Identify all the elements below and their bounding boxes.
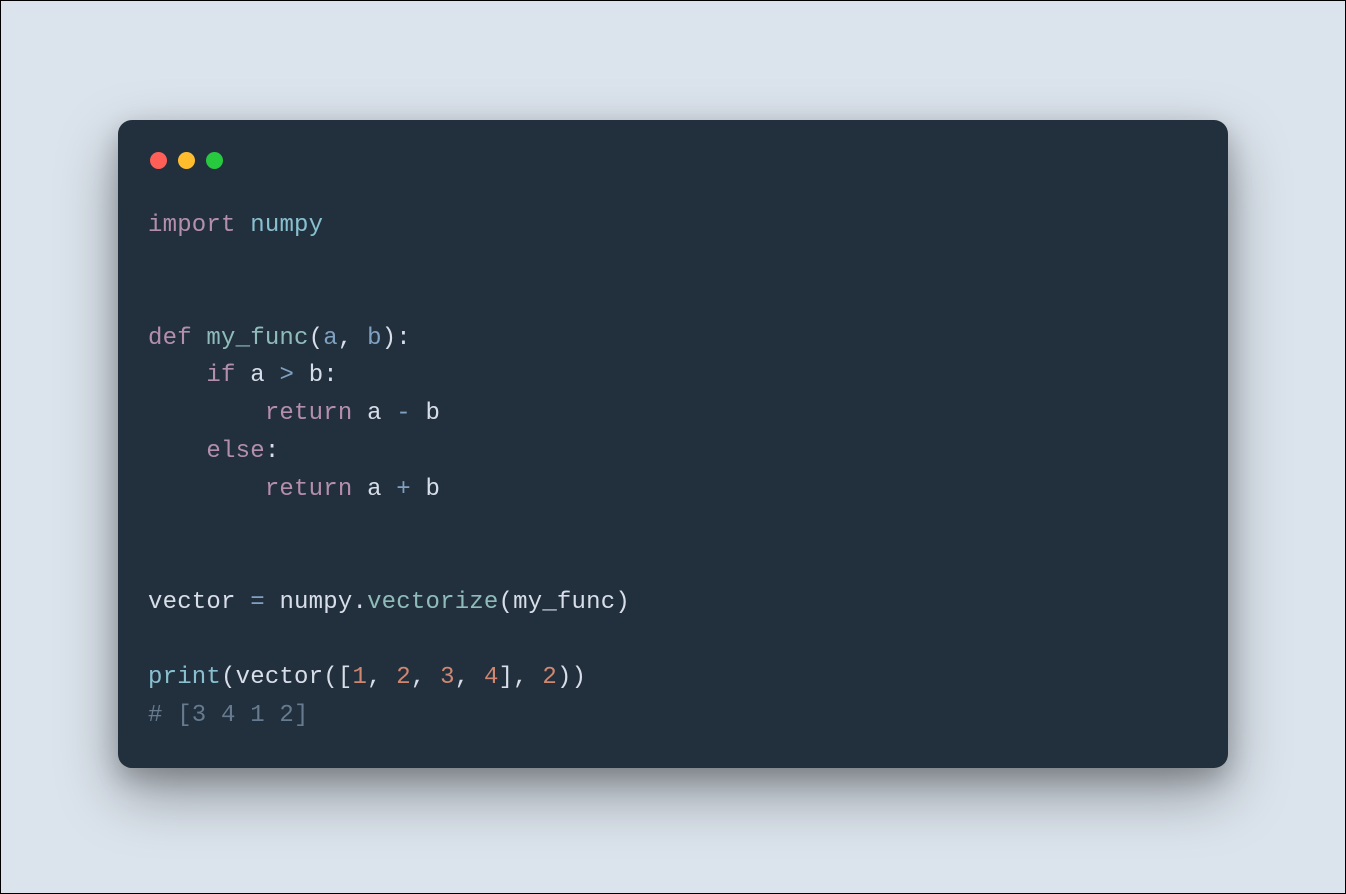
colon: : [265,438,280,465]
paren-close: ) [615,589,630,616]
keyword-import: import [148,212,236,239]
var-b: b [426,400,441,427]
close-icon[interactable] [150,152,167,169]
window-controls [150,152,1198,169]
paren-open: ( [499,589,514,616]
comma: , [513,664,528,691]
op-eq: = [250,589,265,616]
op-minus: - [396,400,411,427]
keyword-else: else [206,438,264,465]
var-a: a [367,400,382,427]
comment-output: # [3 4 1 2] [148,702,309,729]
keyword-def: def [148,325,192,352]
paren-open: ( [309,325,324,352]
arg-myfunc: my_func [513,589,615,616]
num-2: 2 [396,664,411,691]
bracket-open: [ [338,664,353,691]
bracket-close: ] [499,664,514,691]
var-b: b [426,476,441,503]
comma: , [411,664,426,691]
indent [148,362,206,389]
code-editor-window: import numpy def my_func(a, b): if a > b… [118,120,1228,768]
dot: . [352,589,367,616]
indent [148,438,206,465]
num-4: 4 [484,664,499,691]
colon: : [323,362,338,389]
maximize-icon[interactable] [206,152,223,169]
module-numpy: numpy [250,212,323,239]
paren-close: ) [572,664,587,691]
paren-close: ) [557,664,572,691]
module-ref: numpy [279,589,352,616]
var-a: a [367,476,382,503]
keyword-return: return [265,400,353,427]
num-2b: 2 [542,664,557,691]
comma: , [455,664,470,691]
method-vectorize: vectorize [367,589,498,616]
indent [148,400,265,427]
keyword-if: if [206,362,235,389]
var-vector: vector [236,664,324,691]
comma: , [338,325,353,352]
var-a: a [250,362,265,389]
paren-open: ( [323,664,338,691]
paren-close: ) [382,325,397,352]
comma: , [367,664,382,691]
colon: : [396,325,411,352]
indent [148,476,265,503]
paren-open: ( [221,664,236,691]
code-content[interactable]: import numpy def my_func(a, b): if a > b… [148,207,1198,734]
num-3: 3 [440,664,455,691]
var-vector: vector [148,589,236,616]
num-1: 1 [352,664,367,691]
op-gt: > [279,362,294,389]
call-print: print [148,664,221,691]
minimize-icon[interactable] [178,152,195,169]
keyword-return: return [265,476,353,503]
op-plus: + [396,476,411,503]
param-a: a [323,325,338,352]
function-name: my_func [206,325,308,352]
param-b: b [367,325,382,352]
var-b: b [309,362,324,389]
